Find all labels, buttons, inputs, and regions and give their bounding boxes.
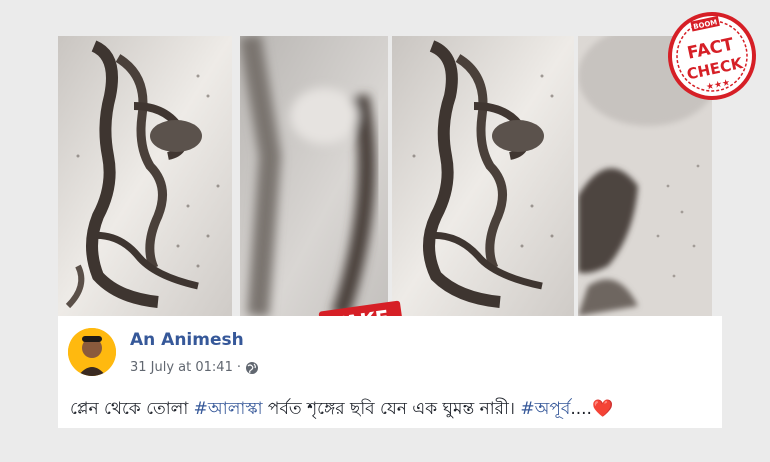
hashtag-wonderful[interactable]: #অপূর্ব — [520, 399, 570, 419]
facebook-post: An Animesh 31 July at 01:41 · প্লেন থেকে… — [58, 316, 722, 428]
mountain-photo-2 — [240, 36, 388, 316]
fact-check-badge: BOOM FACT CHECK ★★★ — [664, 8, 760, 104]
post-text-part3: .... — [570, 399, 592, 419]
post-text-part2: পর্বত শৃঙ্গের ছবি যেন এক ঘুমন্ত নারী। — [262, 399, 521, 419]
post-text: প্লেন থেকে তোলা #আলাস্কা পর্বত শৃঙ্গের ছ… — [70, 396, 613, 424]
post-text-part1: প্লেন থেকে তোলা — [70, 399, 194, 419]
mountain-photo-3 — [392, 36, 574, 316]
mountain-photo-1 — [58, 36, 232, 316]
post-meta: 31 July at 01:41 · — [130, 360, 259, 375]
hashtag-alaska[interactable]: #আলাস্কা — [194, 399, 263, 419]
globe-icon — [245, 361, 259, 375]
avatar[interactable] — [68, 328, 116, 376]
author-name[interactable]: An Animesh — [130, 330, 244, 350]
meta-separator: · — [236, 360, 241, 375]
post-timestamp[interactable]: 31 July at 01:41 — [130, 360, 233, 375]
heart-icon: ❤️ — [591, 399, 614, 419]
